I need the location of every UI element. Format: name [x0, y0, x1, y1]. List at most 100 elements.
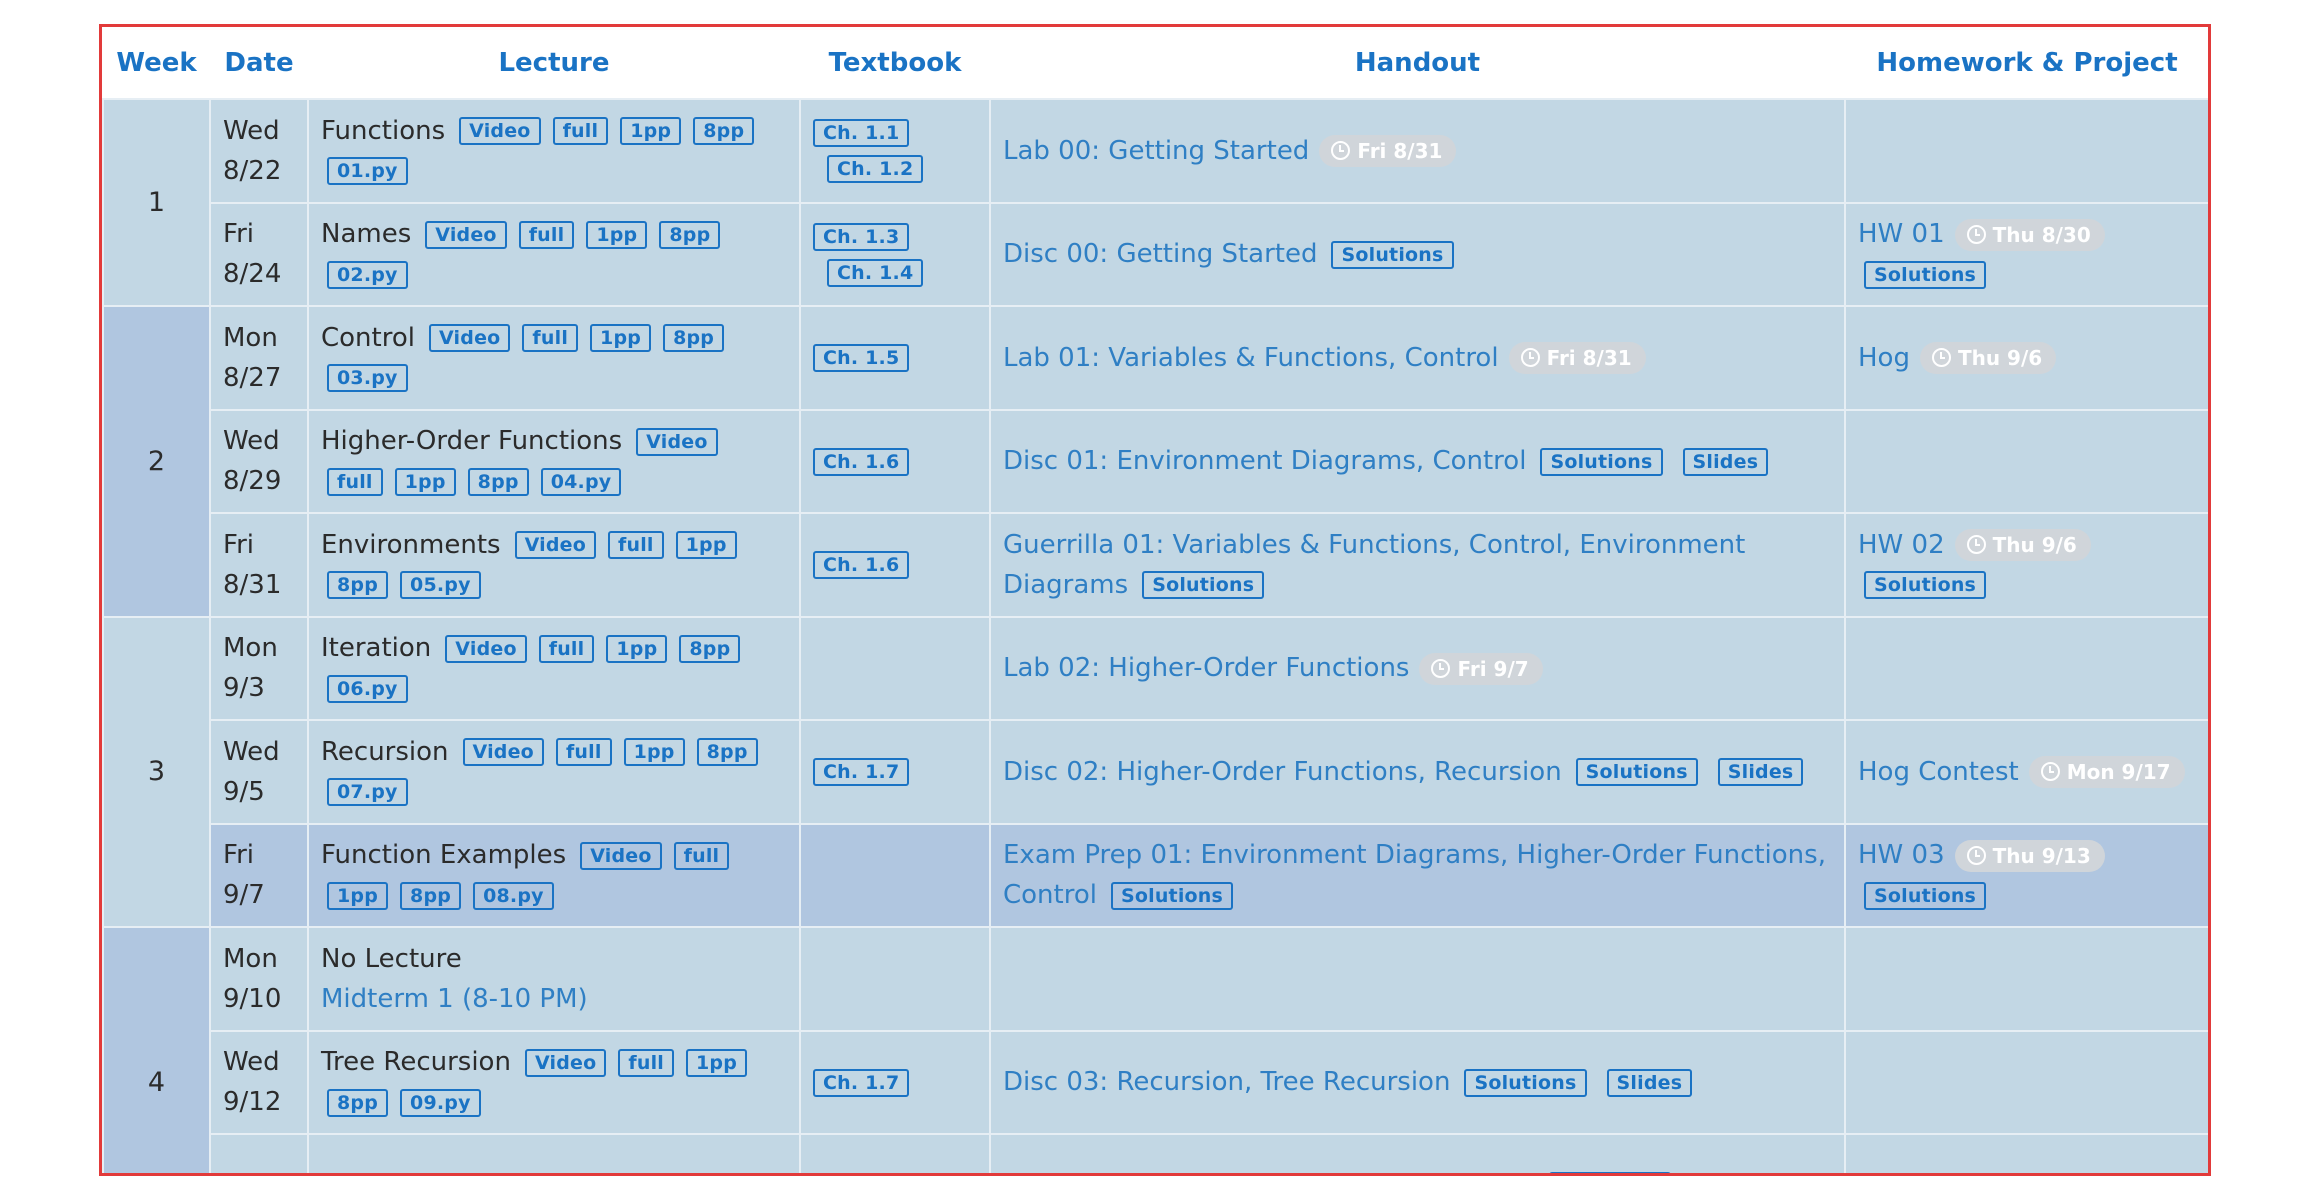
clock-icon — [2040, 762, 2060, 782]
lecture-link[interactable]: Midterm 1 (8-10 PM) — [321, 984, 588, 1014]
lecture-resource-full[interactable]: full — [327, 467, 383, 496]
textbook-chapter-tag[interactable]: Ch. 1.6 — [813, 447, 910, 476]
lecture-resource-01-py[interactable]: 01.py — [327, 157, 408, 186]
lecture-resource-video[interactable]: Video — [459, 117, 541, 146]
lecture-resource-full[interactable]: full — [552, 117, 609, 146]
date-block: Wed 9/5 — [211, 732, 307, 812]
lecture-resource-8pp[interactable]: 8pp — [467, 467, 529, 496]
lecture-resource-8pp[interactable]: 8pp — [679, 634, 741, 663]
lecture-resource-video[interactable]: Video — [514, 531, 596, 560]
homework-solutions-button[interactable]: Solutions — [1864, 260, 1987, 289]
lecture-resource-video[interactable]: Video — [425, 220, 507, 249]
lecture-resource-05-py[interactable]: 05.py — [400, 571, 481, 600]
textbook-chapter-tag[interactable]: Ch. 1.4 — [827, 258, 924, 287]
lecture-resource-full[interactable]: full — [618, 1048, 675, 1077]
homework-solutions-button[interactable]: Solutions — [1864, 881, 1987, 910]
lecture-title: Tree Recursion — [321, 1047, 511, 1078]
handout-link[interactable]: Disc 02: Higher-Order Functions, Recursi… — [1003, 757, 1562, 787]
handout-solutions-button[interactable]: Solutions — [1575, 758, 1698, 787]
date-cell: Fri 8/24 — [209, 201, 309, 307]
lecture-resource-02-py[interactable]: 02.py — [327, 260, 408, 289]
lecture-resource-8pp[interactable]: 8pp — [659, 220, 721, 249]
lecture-resource-video[interactable]: Video — [445, 634, 527, 663]
homework-link[interactable]: HW 02 — [1858, 530, 1945, 560]
textbook-chapter-tag[interactable]: Ch. 1.6 — [813, 551, 910, 580]
lecture-resource-1pp[interactable]: 1pp — [686, 1048, 748, 1077]
day-name: Mon — [223, 322, 278, 353]
lecture-content: Higher-Order Functions Video full 1pp 8pp 04.… — [309, 421, 799, 501]
lecture-resource-08-py[interactable]: 08.py — [473, 881, 554, 910]
schedule-row: Wed 9/5 Recursion Video full 1pp 8pp 07.py Ch. 1… — [103, 719, 2208, 825]
handout-link[interactable]: Lab 00: Getting Started — [1003, 136, 1309, 166]
lecture-title: Higher-Order Functions — [321, 426, 623, 457]
textbook-chapter-tag[interactable]: Ch. 1.3 — [813, 222, 910, 251]
lecture-resource-04-py[interactable]: 04.py — [540, 467, 622, 496]
handout-solutions-button[interactable]: Solutions — [1142, 571, 1265, 600]
textbook-content: Ch. 1.7 — [801, 1064, 989, 1100]
lecture-resource-video[interactable]: Video — [580, 841, 662, 870]
lecture-resource-1pp[interactable]: 1pp — [606, 634, 668, 663]
handout-link[interactable]: Lab 02: Higher-Order Functions — [1003, 653, 1409, 683]
lecture-resource-full[interactable]: full — [555, 738, 612, 767]
lecture-resource-07-py[interactable]: 07.py — [327, 778, 408, 807]
lecture-resource-8pp[interactable]: 8pp — [696, 738, 758, 767]
homework-solutions-button[interactable]: Solutions — [1864, 571, 1987, 600]
lecture-resource-8pp[interactable]: 8pp — [327, 1088, 389, 1117]
handout-slides-button[interactable]: Slides — [1717, 758, 1804, 787]
lecture-resource-video[interactable]: Video — [524, 1048, 607, 1077]
lecture-resource-video[interactable]: Video — [636, 427, 718, 456]
lecture-resource-full[interactable]: full — [538, 634, 595, 663]
handout-solutions-button[interactable]: Solutions — [1548, 1172, 1671, 1173]
lecture-resource-1pp[interactable]: 1pp — [620, 117, 682, 146]
handout-link[interactable]: Disc 00: Getting Started — [1003, 239, 1317, 269]
handout-solutions-button[interactable]: Solutions — [1331, 240, 1454, 269]
date-text: 8/29 — [223, 466, 282, 497]
lecture-resource-full[interactable]: full — [608, 531, 664, 560]
handout-solutions-button[interactable]: Solutions — [1540, 447, 1663, 476]
lecture-resource-09-py[interactable]: 09.py — [400, 1088, 481, 1117]
schedule-row: Fri 8/24 Names Video full 1pp 8pp02.py Ch. 1.3 C… — [103, 201, 2208, 307]
lecture-resource-1pp[interactable]: 1pp — [590, 324, 652, 353]
textbook-chapter-tag[interactable]: Ch. 1.1 — [813, 119, 910, 148]
lecture-resource-1pp[interactable]: 1pp — [623, 738, 685, 767]
homework-link[interactable]: Hog — [1858, 343, 1910, 373]
textbook-chapter-tag[interactable]: Ch. 1.5 — [813, 344, 910, 373]
lecture-resource-8pp[interactable]: 8pp — [400, 881, 462, 910]
handout-link[interactable]: Guerrilla 01: Variables & Functions, Con… — [1003, 530, 1745, 600]
handout-cell: Disc 02: Higher-Order Functions, Recursi… — [989, 719, 1846, 825]
lecture-resource-8pp[interactable]: 8pp — [663, 324, 725, 353]
lecture-resource-1pp[interactable]: 1pp — [394, 467, 456, 496]
handout-cell: Disc 03: Recursion, Tree Recursion Soluti… — [989, 1029, 1846, 1135]
lecture-resource-06-py[interactable]: 06.py — [327, 674, 408, 703]
handout-link[interactable]: Lab 01: Variables & Functions, Control — [1003, 343, 1499, 373]
lecture-resource-full[interactable]: full — [522, 324, 579, 353]
handout-link[interactable]: Disc 03: Recursion, Tree Recursion — [1003, 1067, 1450, 1097]
lecture-resource-1pp[interactable]: 1pp — [675, 531, 737, 560]
lecture-cell: No Lecture Midterm 1 (8-10 PM) — [307, 926, 801, 1032]
textbook-chapter-tag[interactable]: Ch. 1.2 — [827, 155, 924, 184]
schedule-row: Wed 9/12 Tree Recursion Video full 1pp 8pp 09.p… — [103, 1029, 2208, 1135]
handout-solutions-button[interactable]: Solutions — [1110, 881, 1234, 910]
lecture-resource-1pp[interactable]: 1pp — [586, 220, 648, 249]
handout-link[interactable]: Exam Prep 02: Recursion, Tree Recursion — [1003, 1171, 1535, 1173]
homework-link[interactable]: HW 03 — [1858, 840, 1945, 870]
homework-link[interactable]: HW 01 — [1858, 219, 1945, 249]
handout-slides-button[interactable]: Slides — [1606, 1068, 1693, 1097]
lecture-resource-8pp[interactable]: 8pp — [327, 571, 389, 600]
lecture-resource-video[interactable]: Video — [462, 738, 544, 767]
due-date-badge: Thu 9/6 — [1919, 342, 2057, 375]
homework-link[interactable]: Hog Contest — [1858, 757, 2019, 787]
lecture-resource-03-py[interactable]: 03.py — [327, 364, 408, 393]
textbook-chapter-tag[interactable]: Ch. 1.7 — [813, 758, 910, 787]
lecture-resource-video[interactable]: Video — [428, 324, 511, 353]
day-name: Wed — [223, 426, 280, 457]
textbook-chapter-tag[interactable]: Ch. 1.7 — [813, 1068, 910, 1097]
lecture-resource-full[interactable]: full — [518, 220, 575, 249]
week-number: 2 — [102, 305, 211, 618]
handout-link[interactable]: Disc 01: Environment Diagrams, Control — [1003, 446, 1526, 476]
handout-solutions-button[interactable]: Solutions — [1464, 1068, 1587, 1097]
lecture-resource-8pp[interactable]: 8pp — [693, 117, 755, 146]
lecture-resource-1pp[interactable]: 1pp — [327, 881, 389, 910]
lecture-resource-full[interactable]: full — [673, 841, 730, 870]
handout-slides-button[interactable]: Slides — [1682, 447, 1769, 476]
